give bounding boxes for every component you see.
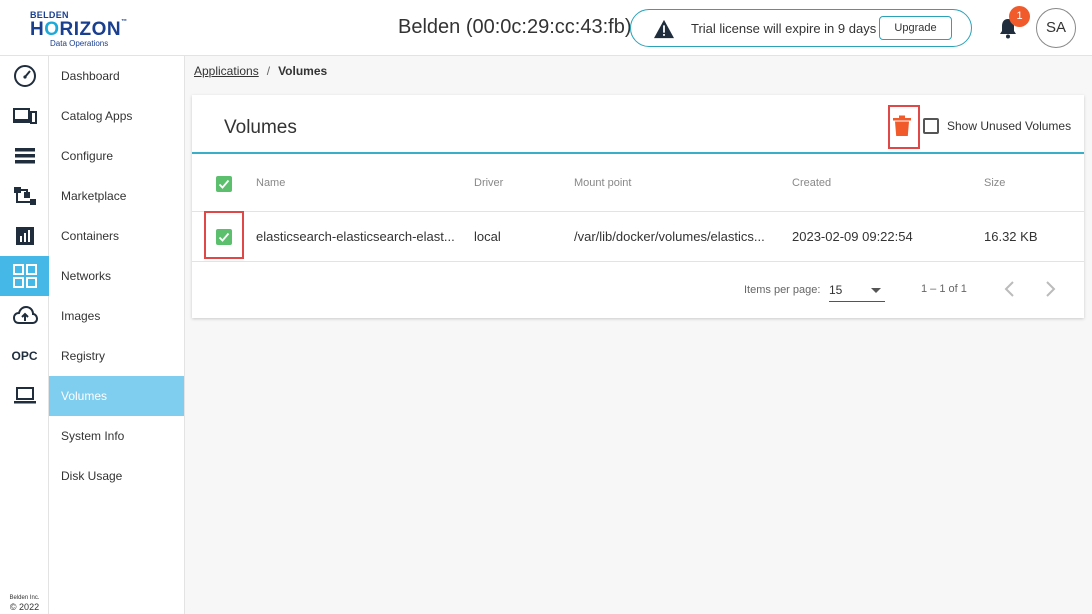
cloud-upload-icon [12,305,38,324]
sidebar-menu: Dashboard Catalog Apps Configure Marketp… [49,56,185,614]
page-title: Volumes [224,117,297,138]
sidebar-item-disk-usage[interactable]: Disk Usage [49,456,184,496]
trial-license-banner: Trial license will expire in 9 days Upgr… [630,9,972,47]
trial-message: Trial license will expire in 9 days [691,21,877,36]
hierarchy-icon [13,187,36,205]
sidebar-item-configure[interactable]: Configure [49,136,184,176]
pagination-range: 1 – 1 of 1 [921,283,967,295]
rail-containers[interactable] [0,216,49,256]
rail-marketplace[interactable] [0,176,49,216]
caret-down-icon [871,288,881,293]
sidebar-item-networks[interactable]: Networks [49,256,184,296]
volume-name: elasticsearch-elasticsearch-elast... [256,229,455,244]
upgrade-button[interactable]: Upgrade [879,16,952,40]
sidebar-item-volumes[interactable]: Volumes [49,376,184,416]
top-header: BELDEN HORIZON™ Data Operations Belden (… [0,0,1092,56]
column-header-name[interactable]: Name [256,177,285,189]
items-per-page-value: 15 [829,283,843,297]
rail-applications[interactable] [0,256,49,296]
laptop-icon [13,387,36,404]
device-title: Belden (00:0c:29:cc:43:fb) [398,16,632,38]
check-icon [218,179,230,189]
rail-catalog-apps[interactable] [0,96,49,136]
show-unused-volumes-toggle[interactable]: Show Unused Volumes [923,118,1071,134]
sidebar-item-dashboard[interactable]: Dashboard [49,56,184,96]
sidebar-item-containers[interactable]: Containers [49,216,184,256]
logo-subtitle: Data Operations [50,39,109,48]
volume-driver: local [474,229,501,244]
row-divider [192,211,1084,212]
row-divider [192,261,1084,262]
breadcrumb-separator: / [266,64,271,78]
sidebar-item-registry[interactable]: Registry [49,336,184,376]
sidebar-item-marketplace[interactable]: Marketplace [49,176,184,216]
items-per-page-select[interactable]: 15 [829,281,885,302]
sidebar-item-catalog-apps[interactable]: Catalog Apps [49,96,184,136]
select-all-checkbox[interactable] [216,176,232,192]
show-unused-checkbox[interactable] [923,118,939,134]
volume-size: 16.32 KB [984,229,1038,244]
volume-created: 2023-02-09 09:22:54 [792,229,913,244]
show-unused-label: Show Unused Volumes [947,119,1072,133]
rail-configure[interactable] [0,136,49,176]
warning-icon [654,19,674,39]
footer-year: © 2022 [9,602,40,612]
breadcrumb-applications-link[interactable]: Applications [194,64,259,78]
belden-horizon-logo[interactable]: BELDEN HORIZON™ Data Operations [30,10,127,48]
column-header-created[interactable]: Created [792,177,831,189]
avatar[interactable]: SA [1036,8,1076,48]
apps-grid-icon [12,264,37,288]
sidebar-item-images[interactable]: Images [49,296,184,336]
icon-rail: OPC Belden Inc. © 2022 [0,56,49,614]
volumes-card: Volumes Show Unused Volumes Name Driver … [192,95,1084,318]
devices-icon [12,108,37,124]
list-icon [14,148,35,164]
rail-dashboard[interactable] [0,56,49,96]
delete-highlight [888,105,920,149]
opc-icon: OPC [11,349,38,363]
sidebar-item-system-info[interactable]: System Info [49,416,184,456]
breadcrumb: Applications / Volumes [194,64,327,78]
copyright-footer: Belden Inc. © 2022 [0,594,49,612]
breadcrumb-current: Volumes [278,64,328,78]
items-per-page-label: Items per page: [744,284,821,296]
speedometer-icon [13,65,36,87]
chevron-left-icon[interactable] [1003,280,1017,298]
column-header-driver[interactable]: Driver [474,177,503,189]
header-divider [192,152,1084,154]
logo-product: HORIZON™ [30,19,128,40]
rail-laptop[interactable] [0,376,49,416]
chevron-right-icon[interactable] [1043,280,1057,298]
row-checkbox-highlight [204,211,244,259]
chart-icon [15,227,34,245]
volume-mount-point: /var/lib/docker/volumes/elastics... [574,229,765,244]
notification-badge: 1 [1009,6,1030,27]
column-header-size[interactable]: Size [984,177,1005,189]
rail-opc[interactable]: OPC [0,336,49,376]
column-header-mount-point[interactable]: Mount point [574,177,631,189]
rail-cloud[interactable] [0,296,49,336]
